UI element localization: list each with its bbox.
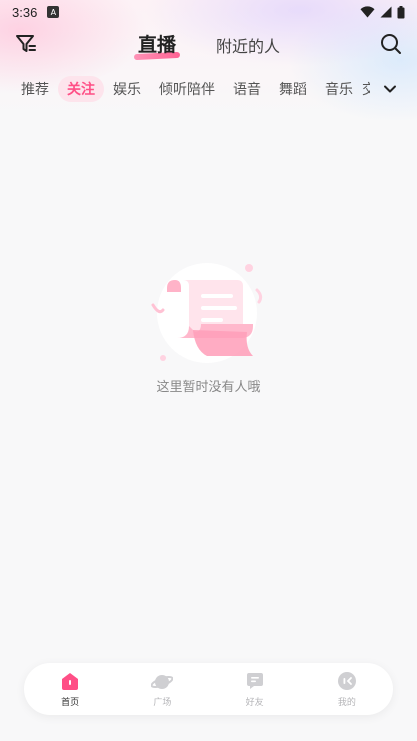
- status-bar: 3:36 A: [0, 0, 417, 24]
- category-tabs: 推荐 关注 娱乐 倾听陪伴 语音 舞蹈 音乐 交: [0, 76, 417, 102]
- tab-live[interactable]: 直播: [133, 30, 181, 61]
- category-entertainment[interactable]: 娱乐: [104, 76, 150, 102]
- bottom-nav: 首页 广场 好友 我的: [24, 663, 393, 715]
- filter-icon[interactable]: [14, 32, 38, 56]
- nav-home-label: 首页: [61, 697, 80, 707]
- category-overflow[interactable]: 交: [362, 79, 370, 99]
- profile-icon: [337, 672, 356, 690]
- category-following[interactable]: 关注: [58, 76, 104, 102]
- category-music[interactable]: 音乐: [316, 76, 362, 102]
- nav-plaza-label: 广场: [153, 697, 172, 707]
- nav-plaza[interactable]: 广场: [132, 670, 192, 708]
- category-dance[interactable]: 舞蹈: [270, 76, 316, 102]
- empty-scroll-illustration: [151, 263, 262, 363]
- tab-live-label: 直播: [138, 35, 177, 56]
- chat-icon: [246, 673, 263, 689]
- search-icon[interactable]: [379, 32, 403, 56]
- category-listening[interactable]: 倾听陪伴: [150, 76, 224, 102]
- category-recommend[interactable]: 推荐: [12, 76, 58, 102]
- signal-icon: [380, 6, 392, 18]
- empty-state-message: 这里暂时没有人哦: [156, 379, 261, 394]
- category-voice[interactable]: 语音: [224, 76, 270, 102]
- nav-friends-label: 好友: [245, 697, 264, 707]
- tab-nearby[interactable]: 附近的人: [216, 33, 280, 57]
- nav-friends[interactable]: 好友: [225, 670, 285, 708]
- nav-profile[interactable]: 我的: [317, 670, 377, 708]
- planet-icon: [151, 675, 174, 689]
- wifi-icon: [360, 6, 375, 18]
- battery-icon: [397, 5, 405, 18]
- nav-profile-label: 我的: [337, 697, 356, 707]
- empty-state: 这里暂时没有人哦: [0, 260, 417, 395]
- home-icon: [62, 673, 79, 690]
- tab-nearby-label: 附近的人: [216, 39, 281, 56]
- top-header: 直播 附近的人: [0, 24, 417, 64]
- status-indicators: [360, 5, 405, 19]
- notification-app-icon: A: [47, 6, 60, 18]
- chevron-down-icon[interactable]: [381, 80, 399, 98]
- nav-home[interactable]: 首页: [40, 670, 100, 708]
- status-time: 3:36: [12, 4, 38, 20]
